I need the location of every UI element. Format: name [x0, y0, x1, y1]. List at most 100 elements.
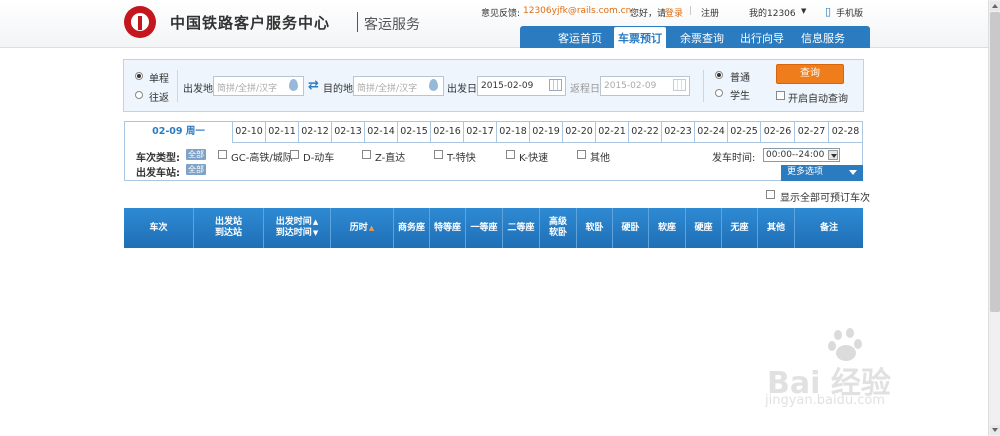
ticket-normal-radio[interactable] [715, 71, 723, 79]
sort-down-icon: ▼ [312, 229, 319, 237]
query-button[interactable]: 查询 [776, 64, 844, 84]
type-t-checkbox[interactable] [434, 150, 443, 159]
return-calendar-icon[interactable] [673, 79, 686, 91]
my12306-link[interactable]: 我的12306 [749, 6, 796, 19]
mobile-link[interactable]: 手机版 [836, 6, 863, 19]
depart-calendar-icon[interactable] [549, 79, 562, 91]
sort-up-icon: ▲ [368, 223, 375, 232]
col-time[interactable]: 出发时间▲ 到达时间▼ [264, 208, 331, 248]
return-date-label: 返程日 [570, 84, 600, 95]
results-table-header: 车次 出发站 到达站 出发时间▲ 到达时间▼ 历时 ▲ 商务座 特等座 一等座 二等… [124, 208, 863, 248]
date-tab[interactable]: 02-15 [398, 121, 431, 143]
depart-date-label: 出发日 [447, 84, 477, 95]
register-link[interactable]: 注册 [701, 6, 719, 19]
date-tab[interactable]: 02-14 [365, 121, 398, 143]
date-tab[interactable]: 02-19 [530, 121, 563, 143]
feedback-email-link[interactable]: 12306yjfk@rails.com.cn [523, 6, 631, 16]
divider [703, 70, 704, 102]
date-tab[interactable]: 02-26 [761, 121, 795, 143]
to-location-pin-icon[interactable] [429, 79, 438, 91]
ticket-normal-label[interactable]: 普通 [730, 69, 750, 84]
col-station[interactable]: 出发站 到达站 [194, 208, 264, 248]
col-no-seat: 无座 [722, 208, 758, 248]
col-duration[interactable]: 历时 ▲ [331, 208, 394, 248]
date-tab[interactable]: 02-21 [596, 121, 629, 143]
scroll-down-icon[interactable] [990, 425, 1000, 435]
type-other-checkbox[interactable] [577, 150, 586, 159]
one-way-label[interactable]: 单程 [149, 70, 169, 85]
col-premium: 特等座 [430, 208, 466, 248]
vertical-scrollbar[interactable] [988, 0, 1000, 436]
depart-station-all-tag[interactable]: 全部 [186, 164, 206, 175]
date-tabs: 02-09 周一 02-10 02-11 02-12 02-13 02-14 0… [124, 121, 863, 143]
login-link[interactable]: 登录 [665, 6, 683, 19]
more-options-button[interactable]: 更多选项 [781, 165, 863, 181]
scroll-thumb[interactable] [990, 12, 1000, 312]
type-k-label[interactable]: K-快速 [519, 149, 548, 164]
search-form: 单程 往返 出发地 简拼/全拼/汉字 目的地 简拼/全拼/汉字 出发日 2015… [123, 59, 864, 112]
nav-item-info[interactable]: 信息服务 [801, 30, 845, 46]
date-tab[interactable]: 02-11 [266, 121, 299, 143]
type-z-label[interactable]: Z-直达 [375, 149, 405, 164]
date-tab[interactable]: 02-13 [332, 121, 365, 143]
sort-up-icon: ▲ [312, 218, 319, 226]
brand-subtitle: 客运服务 [364, 17, 420, 33]
date-tab[interactable]: 02-25 [728, 121, 761, 143]
one-way-radio[interactable] [135, 72, 143, 80]
train-type-all-tag[interactable]: 全部 [186, 149, 206, 160]
railway-logo-icon[interactable] [124, 6, 156, 38]
nav-item-remaining[interactable]: 余票查询 [680, 30, 724, 46]
baidu-jingyan-watermark: Bai 经验 jingyan.baidu.com [765, 322, 965, 412]
show-all-bookable-label[interactable]: 显示全部可预订车次 [780, 189, 870, 204]
show-all-bookable-checkbox[interactable] [766, 190, 775, 199]
type-d-checkbox[interactable] [290, 150, 299, 159]
page: 中国铁路客户服务中心 客运服务 意见反馈: 12306yjfk@rails.co… [0, 0, 1000, 436]
nav-item-booking[interactable]: 车票预订 [614, 27, 666, 48]
type-other-label[interactable]: 其他 [590, 149, 610, 164]
divider [177, 70, 178, 102]
col-soft-seat: 软座 [649, 208, 686, 248]
ticket-student-label[interactable]: 学生 [730, 87, 750, 102]
brand-divider [357, 12, 358, 32]
filter-panel: 车次类型: 全部 GC-高铁/城际 D-动车 Z-直达 T-特快 K-快速 其他… [124, 143, 863, 181]
date-tab[interactable]: 02-12 [299, 121, 332, 143]
auto-query-label[interactable]: 开启自动查询 [788, 90, 848, 105]
date-tab[interactable]: 02-27 [795, 121, 829, 143]
swap-stations-icon[interactable] [308, 78, 321, 93]
round-trip-radio[interactable] [135, 91, 143, 99]
main-nav: 客运首页 车票预订 余票查询 出行向导 信息服务 [520, 26, 870, 48]
date-tab[interactable]: 02-24 [695, 121, 728, 143]
nav-item-home[interactable]: 客运首页 [558, 30, 602, 46]
type-k-checkbox[interactable] [506, 150, 515, 159]
col-soft-sleeper: 软卧 [577, 208, 613, 248]
date-tab[interactable]: 02-10 [233, 121, 266, 143]
col-senior-soft-sleeper: 高级 软卧 [540, 208, 577, 248]
depart-time-select[interactable]: 00:00--24:00 [763, 148, 840, 162]
date-tab[interactable]: 02-09 周一 [124, 121, 233, 143]
round-trip-label[interactable]: 往返 [149, 89, 169, 104]
ticket-student-radio[interactable] [715, 89, 723, 97]
to-label: 目的地 [323, 84, 353, 95]
site-header: 中国铁路客户服务中心 客运服务 意见反馈: 12306yjfk@rails.co… [0, 0, 988, 48]
date-tab[interactable]: 02-17 [464, 121, 497, 143]
type-t-label[interactable]: T-特快 [447, 149, 476, 164]
type-d-label[interactable]: D-动车 [303, 149, 334, 164]
type-z-checkbox[interactable] [362, 150, 371, 159]
date-tab[interactable]: 02-16 [431, 121, 464, 143]
col-hard-sleeper: 硬卧 [613, 208, 649, 248]
scroll-up-icon[interactable] [990, 1, 1000, 11]
auto-query-checkbox[interactable] [776, 91, 785, 100]
date-tab[interactable]: 02-22 [629, 121, 662, 143]
date-tab[interactable]: 02-28 [829, 121, 863, 143]
nav-item-guide[interactable]: 出行向导 [740, 30, 784, 46]
date-tab[interactable]: 02-23 [662, 121, 695, 143]
date-tab[interactable]: 02-20 [563, 121, 596, 143]
my12306-dropdown-icon[interactable]: ▼ [801, 7, 806, 15]
mobile-phone-icon: ▯ [825, 5, 832, 18]
chevron-down-icon[interactable] [828, 150, 838, 160]
type-gc-checkbox[interactable] [218, 150, 227, 159]
from-location-pin-icon[interactable] [289, 79, 298, 91]
type-gc-label[interactable]: GC-高铁/城际 [231, 149, 293, 164]
date-tab[interactable]: 02-18 [497, 121, 530, 143]
depart-station-label: 出发车站: [136, 168, 180, 179]
